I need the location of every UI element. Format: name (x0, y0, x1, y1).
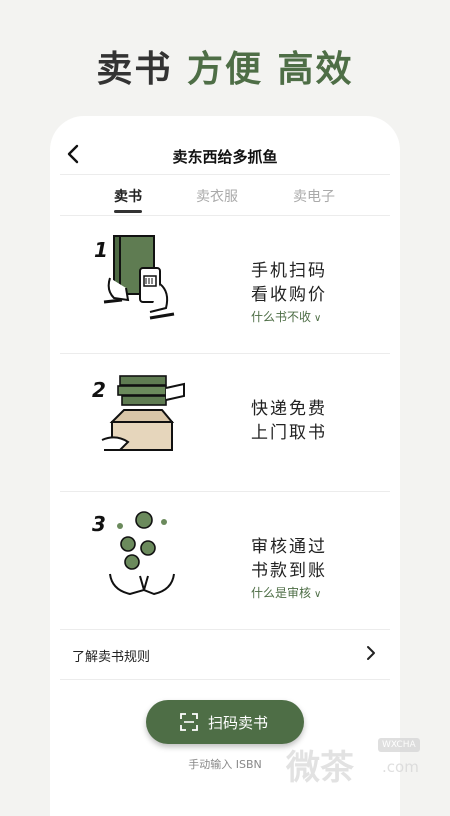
step-line2: 上门取书 (251, 423, 327, 443)
what-is-review-link[interactable]: 什么是审核 ∨ (251, 584, 321, 601)
chevron-down-icon: ∨ (314, 313, 322, 324)
step-line1: 审核通过 (251, 537, 327, 557)
what-books-not-accepted-link[interactable]: 什么书不收 ∨ (251, 308, 321, 325)
scan-icon (180, 713, 198, 731)
scan-sell-label: 扫码卖书 (208, 714, 269, 732)
active-tab-indicator (114, 210, 142, 213)
watermark-text: 微茶 (286, 748, 354, 788)
sell-rules-label: 了解卖书规则 (72, 650, 151, 665)
watermark: 微茶 WXCHA .com (286, 736, 436, 788)
phone-screen: 卖东西给多抓鱼 卖书 卖衣服 卖电子 1 手机扫码 看收购价 什么书不收 ∨ 2… (50, 116, 400, 816)
scan-sell-button[interactable]: 扫码卖书 (146, 700, 304, 744)
chevron-right-icon (367, 646, 375, 660)
headline-part1: 卖书 (96, 49, 173, 90)
headline-part3: 高效 (277, 49, 354, 90)
watermark-tag: WXCHA (378, 738, 420, 752)
tab-bar: 卖书 卖衣服 卖电子 (50, 174, 400, 215)
chevron-down-icon: ∨ (314, 589, 322, 600)
headline: 卖书 方便 高效 (0, 40, 450, 92)
headline-part2: 方便 (186, 49, 263, 90)
step-line1: 手机扫码 (251, 261, 327, 281)
link-label: 什么是审核 (251, 586, 312, 600)
coins-falling-hands-illustration (109, 511, 175, 596)
books-in-box-illustration (101, 375, 185, 451)
step-line2: 看收购价 (251, 285, 327, 305)
tab-sell-electronics[interactable]: 卖电子 (293, 186, 335, 206)
divider (60, 679, 390, 680)
step-payment: 3 审核通过 书款到账 什么是审核 ∨ (50, 492, 400, 629)
top-bar: 卖东西给多抓鱼 (50, 116, 400, 174)
tab-sell-clothes[interactable]: 卖衣服 (196, 186, 238, 206)
sell-rules-row[interactable]: 了解卖书规则 (50, 630, 400, 680)
link-label: 什么书不收 (251, 310, 312, 324)
page-title: 卖东西给多抓鱼 (172, 148, 278, 166)
scan-book-phone-illustration (103, 235, 175, 320)
step-pickup: 2 快递免费 上门取书 (50, 354, 400, 491)
watermark-domain: .com (382, 758, 419, 776)
tab-sell-books[interactable]: 卖书 (114, 186, 142, 206)
step-scan: 1 手机扫码 看收购价 什么书不收 ∨ (50, 216, 400, 353)
step-line1: 快递免费 (251, 399, 327, 419)
step-line2: 书款到账 (251, 561, 327, 581)
